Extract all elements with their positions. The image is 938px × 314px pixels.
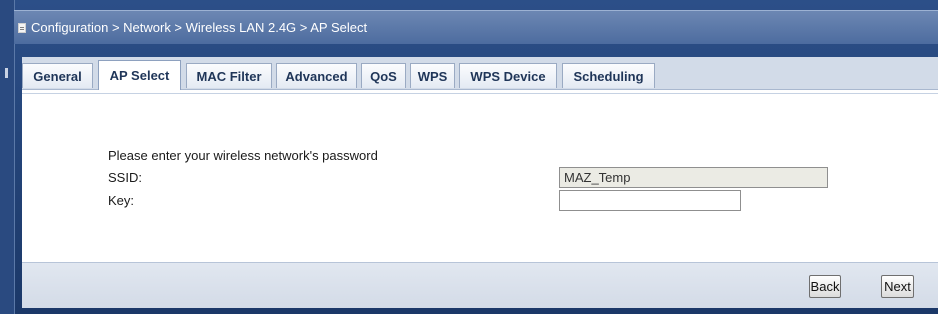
collapse-grip-icon[interactable] xyxy=(5,68,8,78)
next-button[interactable]: Next xyxy=(881,275,914,298)
footer-bar: Back Next xyxy=(22,262,938,308)
tab-advanced[interactable]: Advanced xyxy=(276,63,357,88)
tab-wps-device[interactable]: WPS Device xyxy=(459,63,557,88)
content-divider xyxy=(22,93,938,94)
tab-general[interactable]: General xyxy=(22,63,93,88)
content-panel: General AP Select MAC Filter Advanced Qo… xyxy=(22,57,938,308)
breadcrumb: Configuration > Network > Wireless LAN 2… xyxy=(31,20,368,35)
tab-mac-filter[interactable]: MAC Filter xyxy=(186,63,272,88)
password-prompt: Please enter your wireless network's pas… xyxy=(108,148,378,163)
back-button[interactable]: Back xyxy=(809,275,841,298)
breadcrumb-bar: Configuration > Network > Wireless LAN 2… xyxy=(14,10,938,44)
tab-qos[interactable]: QoS xyxy=(361,63,406,88)
key-input[interactable] xyxy=(559,190,741,211)
key-label: Key: xyxy=(108,193,135,208)
document-icon xyxy=(18,22,26,33)
left-menu-collapse-strip[interactable] xyxy=(0,0,15,314)
ssid-field: MAZ_Temp xyxy=(559,167,828,188)
tab-bar: General AP Select MAC Filter Advanced Qo… xyxy=(22,57,938,90)
tab-scheduling[interactable]: Scheduling xyxy=(562,63,655,88)
tab-wps[interactable]: WPS xyxy=(410,63,455,88)
tab-ap-select[interactable]: AP Select xyxy=(98,60,181,90)
ssid-label: SSID: xyxy=(108,170,142,185)
